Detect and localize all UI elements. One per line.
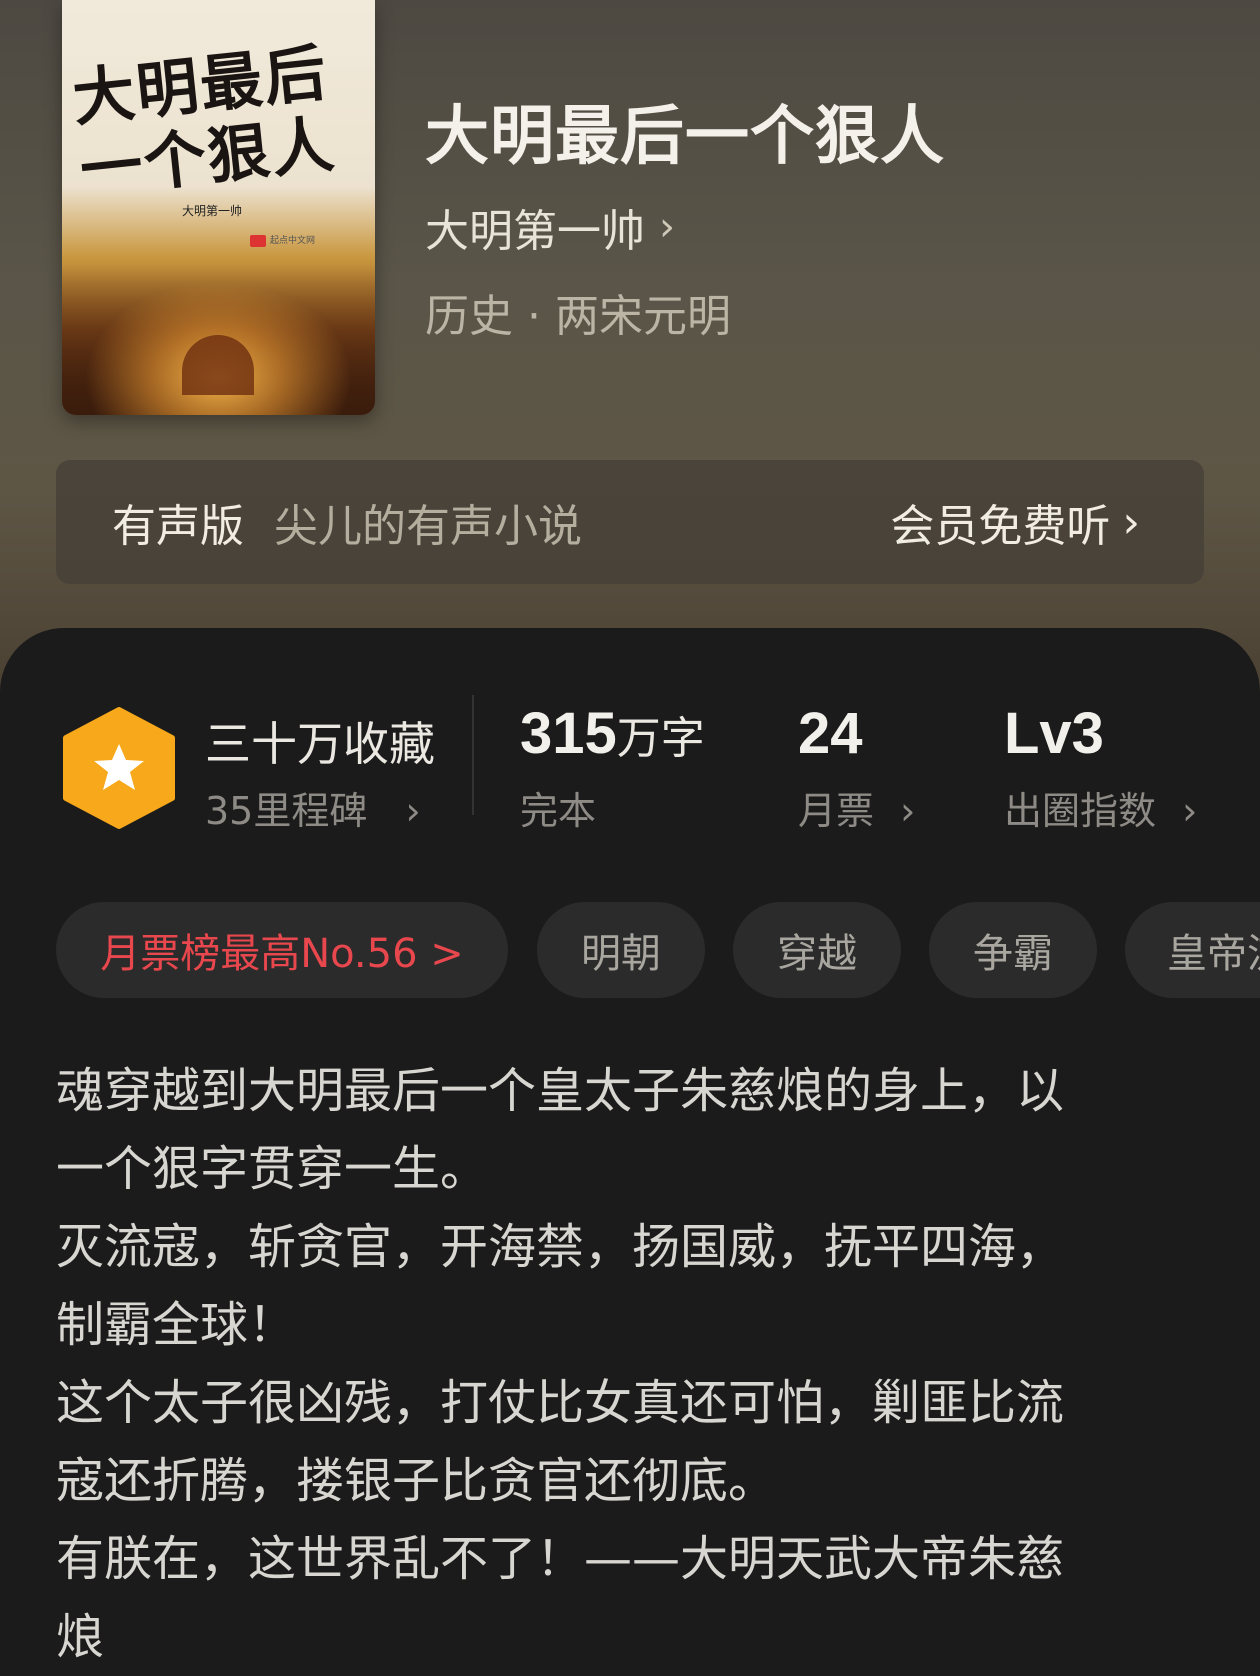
monthly-ticket-count[interactable]: 24 [798,700,863,767]
monthly-ticket-label: 月票 [798,789,875,833]
tag-ranking[interactable]: 月票榜最高No.56 > [56,902,508,998]
cover-author: 大明第一帅 [182,204,243,218]
genre-label[interactable]: 历史 · 两宋元明 [425,280,731,344]
description-line: 这个太子很凶残，打仗比女真还可怕，剿匪比流 [56,1375,1065,1431]
word-count: 315万字 [520,700,705,767]
word-count-number: 315 [520,701,617,766]
collect-count[interactable]: 三十万收藏 [205,708,435,774]
word-count-unit: 万字 [616,714,705,763]
tag-time-travel[interactable]: 穿越 [733,902,901,998]
description-line: 寇还折腾，搂银子比贪官还彻底。 [56,1453,777,1509]
milestone-link[interactable]: 35里程碑 › [205,780,421,835]
member-listen-label: 会员免费听 [890,501,1111,552]
description-line: 一个狠字贯穿一生。 [56,1141,489,1197]
monthly-ticket-link[interactable]: 月票 › [798,780,915,835]
chevron-right-icon: › [1122,496,1140,548]
description-line: 灭流寇，斩贪官，开海禁，扬国威，抚平四海， [56,1219,1065,1275]
influence-level[interactable]: Lv3 [1004,700,1104,767]
author-link[interactable]: 大明第一帅 › [425,195,675,259]
tag-hegemony[interactable]: 争霸 [929,902,1097,998]
influence-label: 出圈指数 [1004,789,1157,833]
influence-link[interactable]: 出圈指数 › [1004,780,1197,835]
audio-narrator: 尖儿的有声小说 [274,501,582,552]
book-description[interactable]: 魂穿越到大明最后一个皇太子朱慈烺的身上，以 一个狠字贯穿一生。 灭流寇，斩贪官，… [56,1052,1206,1676]
description-line: 烺 [56,1609,105,1665]
book-title: 大明最后一个狠人 [425,99,945,174]
milestone-label: 35里程碑 [205,789,368,833]
audio-label: 有声版 [112,501,244,552]
chevron-right-icon: › [1182,789,1198,833]
description-line: 魂穿越到大明最后一个皇太子朱慈烺的身上，以 [56,1063,1065,1119]
description-line: 有朕在，这世界乱不了！——大明天武大帝朱慈 [56,1531,1065,1587]
audio-version-bar[interactable]: 有声版 尖儿的有声小说 会员免费听 › [56,460,1204,584]
tag-emperor[interactable]: 皇帝流 [1125,902,1260,998]
member-listen-button[interactable]: 会员免费听 › [890,490,1140,554]
description-line: 制霸全球！ [56,1297,297,1353]
book-cover[interactable]: 大明最后 一个狠人 大明第一帅 起点中文网 [62,0,375,415]
author-name: 大明第一帅 [425,206,645,257]
cover-title: 大明最后 一个狠人 [69,33,372,207]
stats-divider [472,695,474,815]
publisher-logo-icon [250,235,266,247]
chevron-right-icon: › [659,204,675,250]
completion-status: 完本 [520,789,597,833]
star-hexagon-icon [63,707,175,829]
tag-ming-dynasty[interactable]: 明朝 [537,902,705,998]
cover-publisher: 起点中文网 [270,236,316,246]
chevron-right-icon: › [405,789,421,833]
chevron-right-icon: › [900,789,916,833]
